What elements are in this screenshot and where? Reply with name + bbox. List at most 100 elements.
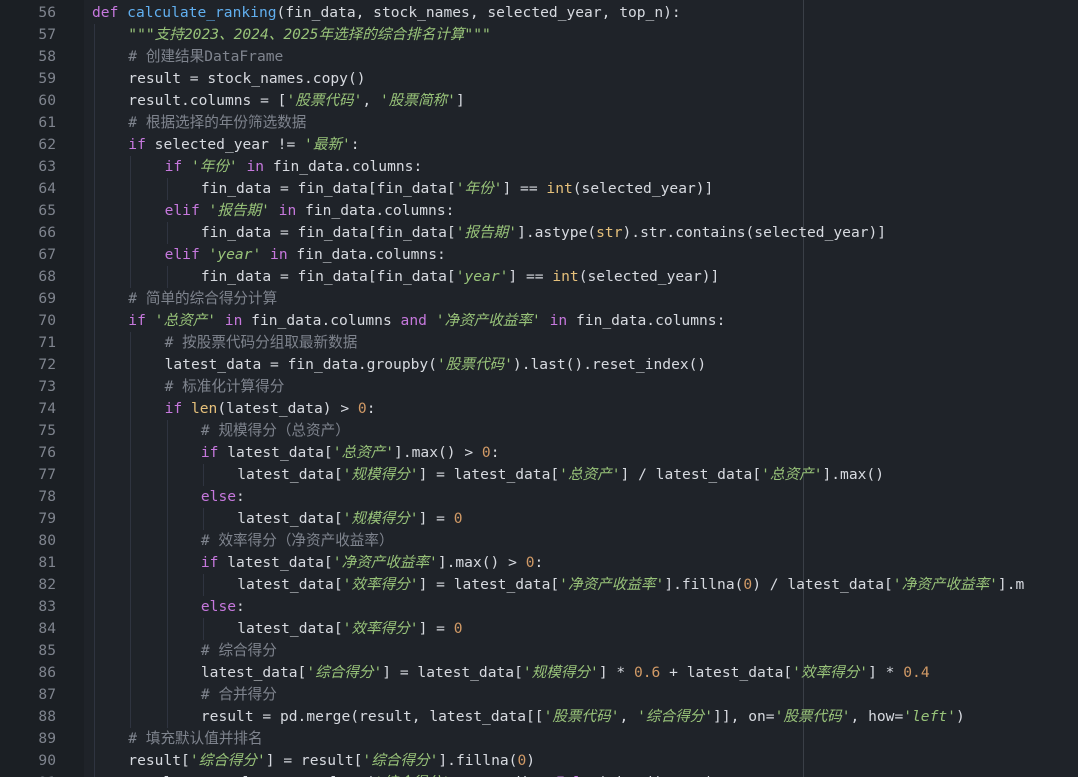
code-text: latest_data['规模得分'] = latest_data['总资产']… [237,464,884,486]
code-text: fin_data = fin_data[fin_data['year'] == … [201,266,719,288]
code-text: if '年份' in fin_data.columns: [165,156,423,178]
code-line[interactable]: 74 if len(latest_data) > 0: [38,398,1078,420]
code-line[interactable]: 72 latest_data = fin_data.groupby('股票代码')… [38,354,1078,376]
code-line[interactable]: 61 # 根据选择的年份筛选数据 [38,112,1078,134]
code-token: '年份' [190,158,238,175]
indent-guide [166,596,168,618]
line-number: 80 [38,532,56,549]
code-text: if '总资产' in fin_data.columns and '净资产收益率… [128,310,725,332]
code-line[interactable]: 79 latest_data['规模得分'] = 0 [38,508,1078,530]
code-line[interactable]: 57 """支持2023、2024、2025年选择的综合排名计算""" [38,24,1078,46]
indent-guide [94,156,95,178]
code-token: (selected_year)] [572,180,714,197]
indent-guide [166,640,168,662]
code-line[interactable]: 65 elif '报告期' in fin_data.columns: [38,200,1078,222]
code-line[interactable]: 78 else: [38,486,1078,508]
code-area[interactable]: 56 def calculate_ranking(fin_data, stock_… [38,0,1078,777]
code-line[interactable]: 91result = result.sort_values('综合得分', as… [38,772,1078,777]
code-token: ).last().reset_index() [512,356,707,373]
code-token: # 根据选择的年份筛选数据 [128,114,307,131]
indent-guide [94,772,95,777]
line-number: 65 [38,202,56,219]
indent-guide [94,596,95,618]
code-line[interactable]: 64 fin_data = fin_data[fin_data['年份'] == … [38,178,1078,200]
code-token: def [92,4,128,21]
code-text: fin_data = fin_data[fin_data['年份'] == in… [201,178,713,200]
indent-guide [94,750,95,772]
line-number: 81 [38,554,56,571]
line-number: 89 [38,730,56,747]
code-line[interactable]: 88 result = pd.merge(result, latest_data[… [38,706,1078,728]
code-token: # 标准化计算得分 [164,378,285,395]
code-token: '效率得分' [342,576,419,593]
indent-guide [166,420,168,442]
code-token: if [128,136,155,153]
indent-guide [94,684,95,706]
indent-guide [94,442,95,464]
indent-guide [166,442,168,464]
code-line[interactable]: 82 latest_data['效率得分'] = latest_data['净资产… [38,574,1078,596]
code-token: '总资产' [332,444,395,461]
code-line[interactable]: 83 else: [38,596,1078,618]
code-token: result = stock_names.copy() [128,70,366,87]
code-token: '股票代码' [436,356,513,373]
code-line[interactable]: 67 elif 'year' in fin_data.columns: [38,244,1078,266]
code-line[interactable]: 68 fin_data = fin_data[fin_data['year'] =… [38,266,1078,288]
code-line[interactable]: 59 result = stock_names.copy() [38,68,1078,90]
code-line[interactable]: 81 if latest_data['净资产收益率'].max() > 0: [38,552,1078,574]
code-line[interactable]: 85 # 综合得分 [38,640,1078,662]
code-line[interactable]: 90 result['综合得分'] = result['综合得分'].fillna… [38,750,1078,772]
code-token: latest_data = fin_data.groupby( [164,356,437,373]
code-line[interactable]: 69 # 简单的综合得分计算 [38,288,1078,310]
code-text: if len(latest_data) > 0: [165,398,376,420]
line-number: 77 [38,466,56,483]
code-token: ].max() [822,466,884,483]
code-line[interactable]: 70 if '总资产' in fin_data.columns and '净资产收… [38,310,1078,332]
code-token: ] == [508,268,553,285]
code-token: ] = latest_data[ [418,466,560,483]
indent-guide [94,728,95,750]
code-line[interactable]: 80 # 效率得分（净资产收益率） [38,530,1078,552]
code-text: result = result.sort_values('综合得分', asce… [128,772,714,777]
code-token: ].m [997,576,1025,593]
code-line[interactable]: 71 # 按股票代码分组取最新数据 [38,332,1078,354]
indent-guide [130,574,132,596]
code-token: : [366,400,376,417]
line-number: 88 [38,708,56,725]
code-token: '规模得分' [342,466,419,483]
code-text: latest_data['综合得分'] = latest_data['规模得分'… [201,662,930,684]
code-line[interactable]: 63 if '年份' in fin_data.columns: [38,156,1078,178]
code-text: latest_data['规模得分'] = 0 [237,508,462,530]
line-number: 84 [38,620,56,637]
indent-guide [94,398,95,420]
code-line[interactable]: 76 if latest_data['总资产'].max() > 0: [38,442,1078,464]
indent-guide [166,706,168,728]
code-line[interactable]: 66 fin_data = fin_data[fin_data['报告期'].as… [38,222,1078,244]
code-token: ]], on= [713,708,775,725]
code-line[interactable]: 84 latest_data['效率得分'] = 0 [38,618,1078,640]
code-line[interactable]: 86 latest_data['综合得分'] = latest_data['规模得… [38,662,1078,684]
code-token: '综合得分' [189,752,266,769]
code-text: # 规模得分（总资产） [201,420,350,442]
code-token: '总资产' [154,312,217,329]
indent-guide [130,222,132,244]
code-text: # 效率得分（净资产收益率） [201,530,394,552]
indent-guide [166,178,168,200]
code-line[interactable]: 89 # 填充默认值并排名 [38,728,1078,750]
code-token: fin_data.columns: [305,202,455,219]
code-line[interactable]: 77 latest_data['规模得分'] = latest_data['总资产… [38,464,1078,486]
line-number: 64 [38,180,56,197]
code-token: '净资产收益率' [559,576,665,593]
code-line[interactable]: 56 def calculate_ranking(fin_data, stock_… [38,2,1078,24]
code-line[interactable]: 87 # 合并得分 [38,684,1078,706]
code-line[interactable]: 58 # 创建结果DataFrame [38,46,1078,68]
code-line[interactable]: 75 # 规模得分（总资产） [38,420,1078,442]
code-line[interactable]: 62 if selected_year != '最新': [38,134,1078,156]
code-editor[interactable]: 56 def calculate_ranking(fin_data, stock_… [0,0,1078,777]
code-token: '净资产收益率' [435,312,541,329]
code-line[interactable]: 73 # 标准化计算得分 [38,376,1078,398]
code-text: latest_data['效率得分'] = 0 [237,618,462,640]
indent-guide [202,618,204,640]
code-line[interactable]: 60 result.columns = ['股票代码', '股票简称'] [38,90,1078,112]
code-token: fin_data = fin_data[fin_data[ [200,268,456,285]
